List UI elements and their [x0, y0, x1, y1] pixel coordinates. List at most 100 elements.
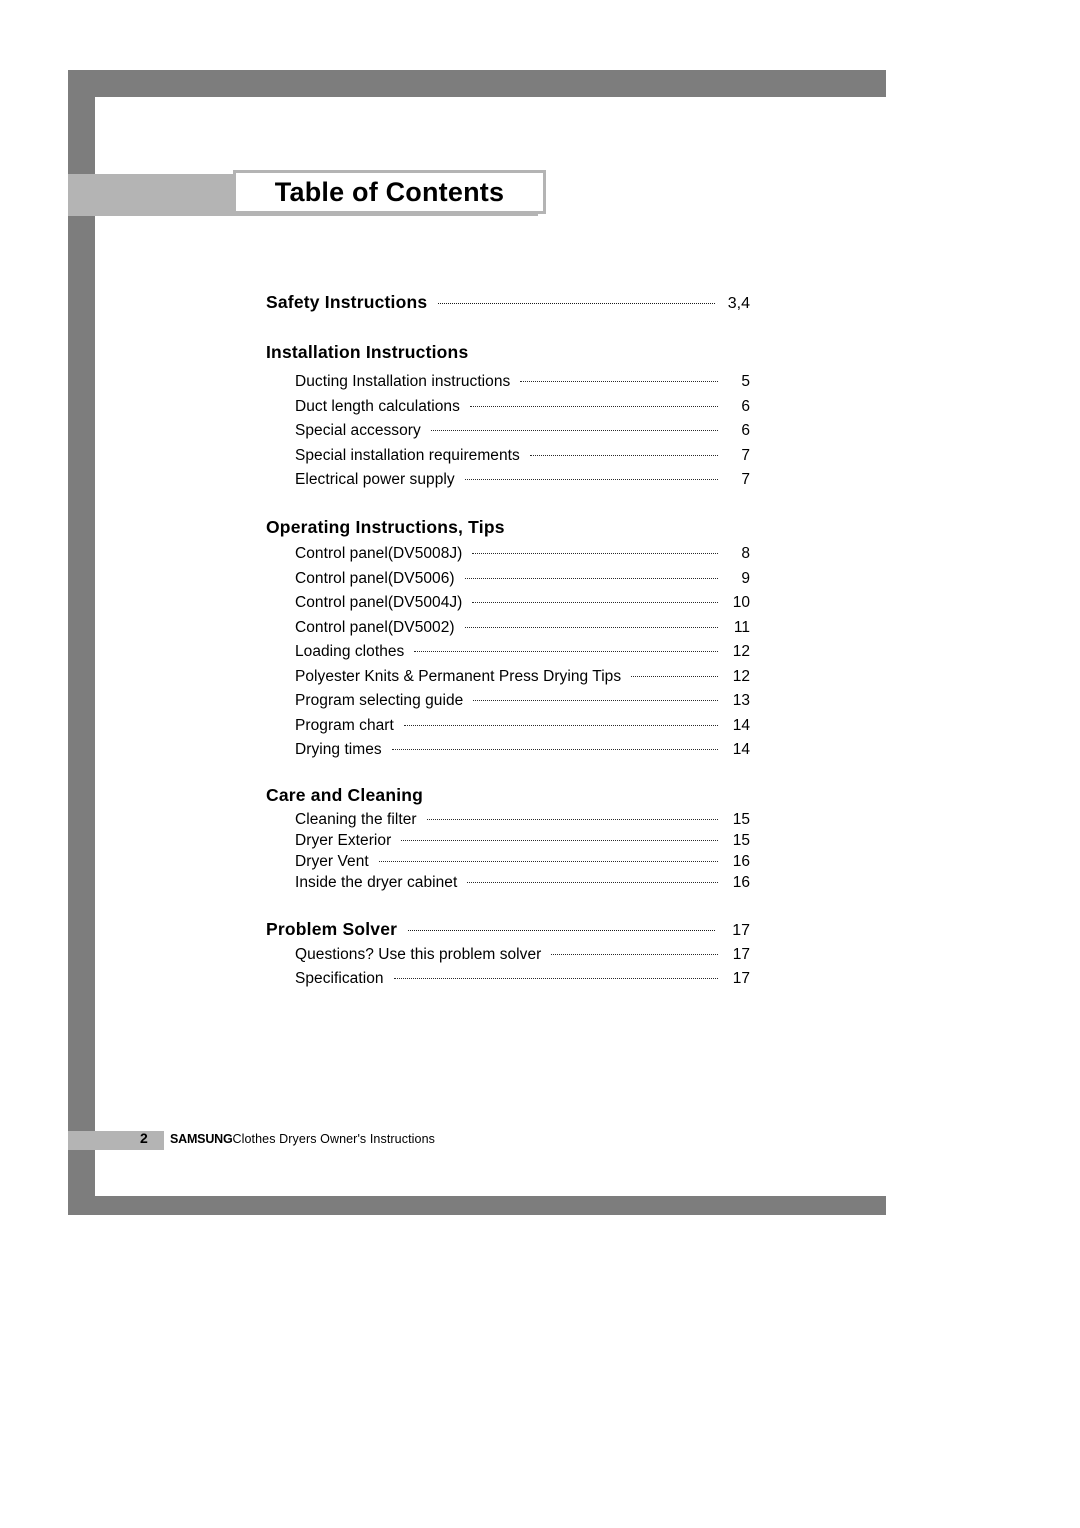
toc-entry-page-number: 12 — [732, 667, 750, 685]
toc-entry-label: Program selecting guide — [295, 692, 464, 709]
leader-dots — [551, 953, 718, 955]
leader-dots — [378, 860, 718, 862]
footer-tab — [68, 1131, 164, 1150]
toc-entry-page-number: 12 — [732, 643, 750, 660]
toc-entry-page-number: 16 — [732, 874, 750, 891]
toc-entry-page-number: 6 — [741, 397, 750, 415]
toc-entry-label: Control panel(DV5002) — [295, 618, 455, 636]
toc-entry-label: Special accessory — [295, 422, 421, 439]
leader-dots — [473, 699, 718, 701]
toc-section-heading[interactable]: Problem Solver 17 — [266, 919, 750, 940]
leader-dots — [393, 977, 718, 979]
footer-page-number: 2 — [140, 1130, 148, 1146]
page-frame-bottom-bar — [68, 1196, 886, 1215]
leader-dots — [464, 478, 718, 480]
leader-dots — [467, 881, 718, 883]
toc-entry[interactable]: Special installation requirements 7 — [295, 447, 750, 465]
toc-section-heading-label: Care and Cleaning — [266, 785, 424, 805]
toc-section-heading[interactable]: Safety Instructions 3,4 — [266, 292, 750, 313]
toc-entry[interactable]: Inside the dryer cabinet 16 — [295, 874, 750, 892]
toc-section: Problem Solver 17 Questions? Use this prob… — [266, 919, 750, 988]
toc-entry-page-number: 7 — [741, 471, 750, 488]
toc-entry[interactable]: Drying times 14 — [295, 741, 750, 759]
toc-entry-page-number: 9 — [741, 569, 750, 587]
page-frame-left-bar — [68, 70, 95, 1215]
leader-dots — [469, 405, 718, 407]
toc-entry-label: Control panel(DV5004J) — [295, 594, 463, 611]
toc-entry-page-number: 17 — [732, 946, 750, 963]
toc-entry-label: Program chart — [295, 716, 394, 734]
toc-entry-label: Polyester Knits & Permanent Press Drying… — [295, 667, 622, 685]
leader-dots — [391, 748, 718, 750]
toc-entry-label: Special installation requirements — [295, 446, 520, 464]
toc-entry-label: Loading clothes — [295, 643, 405, 660]
toc-entry-page-number: 13 — [732, 692, 750, 709]
toc-entry-label: Ducting Installation instructions — [295, 373, 511, 390]
toc-entry[interactable]: Special accessory 6 — [295, 422, 750, 440]
toc-entry-label: Duct length calculations — [295, 397, 460, 415]
leader-dots — [426, 818, 718, 820]
toc-entry-page-number: 15 — [732, 811, 750, 828]
toc-section-heading[interactable]: Care and Cleaning — [266, 785, 750, 806]
toc-section: Installation Instructions Ducting Install… — [266, 342, 750, 489]
toc-section: Care and Cleaning Cleaning the filter 15 Dr… — [266, 785, 750, 892]
toc-section: Operating Instructions, Tips Control pane… — [266, 517, 750, 759]
toc-entry[interactable]: Loading clothes 12 — [295, 643, 750, 661]
toc-entry[interactable]: Duct length calculations 6 — [295, 398, 750, 416]
toc-entry[interactable]: Specification 17 — [295, 970, 750, 988]
toc-entry-label: Drying times — [295, 741, 382, 758]
toc-entry[interactable]: Dryer Exterior 15 — [295, 832, 750, 850]
toc-entry[interactable]: Cleaning the filter 15 — [295, 811, 750, 829]
toc-entry-label: Inside the dryer cabinet — [295, 874, 458, 891]
leader-dots — [464, 626, 718, 628]
toc-entry-page-number: 7 — [741, 446, 750, 464]
leader-dots — [414, 650, 718, 652]
toc-entry-page-number: 15 — [732, 832, 750, 849]
footer-brand: SAMSUNG — [170, 1132, 233, 1146]
page-title-text: Table of Contents — [274, 176, 505, 207]
toc-entry[interactable]: Control panel(DV5008J) 8 — [295, 545, 750, 563]
leader-dots — [464, 577, 718, 579]
footer-document-title: Clothes Dryers Owner's Instructions — [232, 1132, 435, 1146]
toc-entry-label: Electrical power supply — [295, 471, 455, 488]
toc-entry[interactable]: Questions? Use this problem solver 17 — [295, 946, 750, 964]
toc-entry-label: Cleaning the filter — [295, 811, 417, 828]
leader-dots — [401, 839, 718, 841]
toc-section-heading-label: Problem Solver — [266, 919, 398, 939]
toc-entry-page-number: 5 — [741, 373, 750, 390]
leader-dots — [631, 675, 718, 677]
toc-entry-label: Questions? Use this problem solver — [295, 946, 542, 963]
leader-dots — [479, 353, 741, 354]
toc-entry[interactable]: Polyester Knits & Permanent Press Drying… — [295, 668, 750, 686]
toc-entry-page-number: 11 — [733, 618, 750, 636]
toc-section-page-number: 3,4 — [727, 295, 750, 312]
toc-entry[interactable]: Dryer Vent 16 — [295, 853, 750, 871]
toc-section-page-number: 17 — [732, 922, 750, 939]
toc-entry-label: Specification — [295, 970, 384, 987]
toc-entry[interactable]: Ducting Installation instructions 5 — [295, 373, 750, 391]
leader-dots — [438, 302, 715, 304]
toc-entry[interactable]: Control panel(DV5004J) 10 — [295, 594, 750, 612]
toc-section-heading[interactable]: Operating Instructions, Tips — [266, 517, 750, 538]
toc-entry-page-number: 14 — [732, 716, 750, 734]
toc-entry[interactable]: Control panel(DV5006) 9 — [295, 570, 750, 588]
toc-section-heading[interactable]: Installation Instructions — [266, 342, 750, 363]
leader-dots — [434, 796, 741, 797]
toc-entry-page-number: 10 — [732, 594, 750, 611]
toc-entry[interactable]: Control panel(DV5002) 11 — [295, 619, 750, 637]
toc-entry-label: Control panel(DV5008J) — [295, 545, 463, 562]
leader-dots — [529, 454, 718, 456]
toc-entry-page-number: 16 — [732, 853, 750, 870]
leader-dots — [520, 380, 718, 382]
toc-entry[interactable]: Electrical power supply 7 — [295, 471, 750, 489]
toc-entry-label: Control panel(DV5006) — [295, 569, 455, 587]
footer-caption: SAMSUNGClothes Dryers Owner's Instructio… — [170, 1132, 435, 1146]
toc-entry[interactable]: Program selecting guide 13 — [295, 692, 750, 710]
toc-entry[interactable]: Program chart 14 — [295, 717, 750, 735]
toc-section: Safety Instructions 3,4 — [266, 292, 750, 313]
toc-entry-label: Dryer Exterior — [295, 832, 392, 849]
toc-entry-label: Dryer Vent — [295, 853, 369, 870]
toc-section-heading-label: Installation Instructions — [266, 342, 469, 362]
page-title: Table of Contents — [233, 170, 546, 214]
leader-dots — [472, 552, 718, 554]
